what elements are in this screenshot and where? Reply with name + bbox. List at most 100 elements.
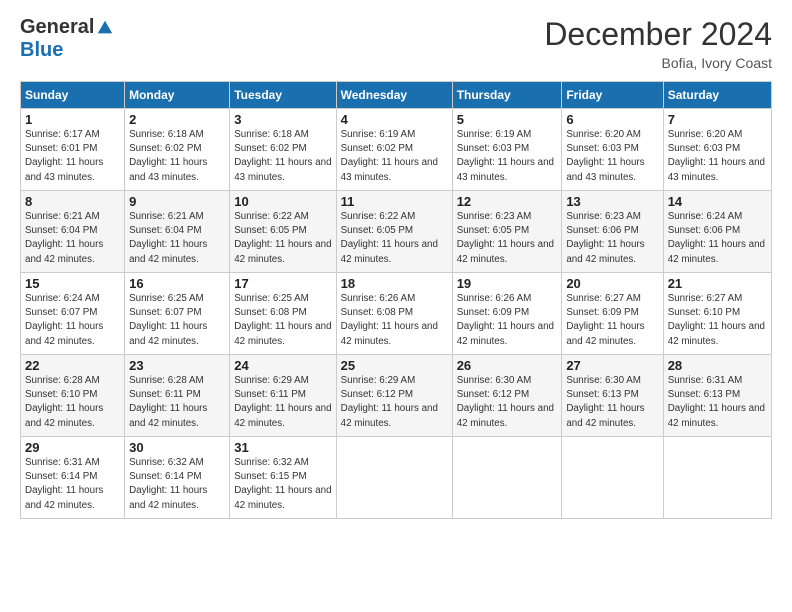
calendar-cell: 6 Sunrise: 6:20 AMSunset: 6:03 PMDayligh… (562, 109, 663, 191)
calendar-cell: 15 Sunrise: 6:24 AMSunset: 6:07 PMDaylig… (21, 273, 125, 355)
calendar-week-1: 1 Sunrise: 6:17 AMSunset: 6:01 PMDayligh… (21, 109, 772, 191)
day-detail: Sunrise: 6:25 AMSunset: 6:08 PMDaylight:… (234, 293, 331, 347)
calendar-header-monday: Monday (125, 82, 230, 109)
calendar-header-row: SundayMondayTuesdayWednesdayThursdayFrid… (21, 82, 772, 109)
day-number: 18 (341, 276, 448, 291)
day-number: 20 (566, 276, 658, 291)
day-detail: Sunrise: 6:27 AMSunset: 6:09 PMDaylight:… (566, 293, 644, 347)
day-detail: Sunrise: 6:21 AMSunset: 6:04 PMDaylight:… (25, 211, 103, 265)
day-detail: Sunrise: 6:30 AMSunset: 6:13 PMDaylight:… (566, 375, 644, 429)
calendar-cell: 14 Sunrise: 6:24 AMSunset: 6:06 PMDaylig… (663, 191, 771, 273)
day-number: 11 (341, 194, 448, 209)
day-number: 1 (25, 112, 120, 127)
calendar-week-4: 22 Sunrise: 6:28 AMSunset: 6:10 PMDaylig… (21, 355, 772, 437)
calendar-cell: 27 Sunrise: 6:30 AMSunset: 6:13 PMDaylig… (562, 355, 663, 437)
calendar-cell: 31 Sunrise: 6:32 AMSunset: 6:15 PMDaylig… (230, 437, 336, 519)
day-detail: Sunrise: 6:21 AMSunset: 6:04 PMDaylight:… (129, 211, 207, 265)
header: General Blue December 2024 Bofia, Ivory … (20, 16, 772, 71)
day-detail: Sunrise: 6:19 AMSunset: 6:03 PMDaylight:… (457, 129, 554, 183)
day-detail: Sunrise: 6:25 AMSunset: 6:07 PMDaylight:… (129, 293, 207, 347)
calendar-cell: 5 Sunrise: 6:19 AMSunset: 6:03 PMDayligh… (452, 109, 562, 191)
logo: General Blue (20, 16, 114, 62)
day-detail: Sunrise: 6:32 AMSunset: 6:14 PMDaylight:… (129, 457, 207, 511)
calendar-cell: 13 Sunrise: 6:23 AMSunset: 6:06 PMDaylig… (562, 191, 663, 273)
day-detail: Sunrise: 6:22 AMSunset: 6:05 PMDaylight:… (341, 211, 438, 265)
day-number: 15 (25, 276, 120, 291)
day-number: 25 (341, 358, 448, 373)
calendar-header-sunday: Sunday (21, 82, 125, 109)
calendar-cell (663, 437, 771, 519)
calendar-header-saturday: Saturday (663, 82, 771, 109)
day-detail: Sunrise: 6:24 AMSunset: 6:06 PMDaylight:… (668, 211, 765, 265)
day-detail: Sunrise: 6:26 AMSunset: 6:09 PMDaylight:… (457, 293, 554, 347)
calendar-cell: 12 Sunrise: 6:23 AMSunset: 6:05 PMDaylig… (452, 191, 562, 273)
day-number: 7 (668, 112, 767, 127)
calendar-header-friday: Friday (562, 82, 663, 109)
calendar-cell: 28 Sunrise: 6:31 AMSunset: 6:13 PMDaylig… (663, 355, 771, 437)
day-number: 27 (566, 358, 658, 373)
day-detail: Sunrise: 6:27 AMSunset: 6:10 PMDaylight:… (668, 293, 765, 347)
calendar-cell: 18 Sunrise: 6:26 AMSunset: 6:08 PMDaylig… (336, 273, 452, 355)
title-block: December 2024 Bofia, Ivory Coast (544, 16, 772, 71)
day-detail: Sunrise: 6:26 AMSunset: 6:08 PMDaylight:… (341, 293, 438, 347)
day-number: 14 (668, 194, 767, 209)
day-number: 9 (129, 194, 225, 209)
day-detail: Sunrise: 6:18 AMSunset: 6:02 PMDaylight:… (129, 129, 207, 183)
day-number: 22 (25, 358, 120, 373)
day-number: 4 (341, 112, 448, 127)
calendar-cell: 4 Sunrise: 6:19 AMSunset: 6:02 PMDayligh… (336, 109, 452, 191)
day-detail: Sunrise: 6:18 AMSunset: 6:02 PMDaylight:… (234, 129, 331, 183)
logo-icon (96, 19, 114, 37)
logo-general-text: General (20, 16, 94, 39)
day-detail: Sunrise: 6:29 AMSunset: 6:12 PMDaylight:… (341, 375, 438, 429)
day-detail: Sunrise: 6:17 AMSunset: 6:01 PMDaylight:… (25, 129, 103, 183)
calendar-cell: 24 Sunrise: 6:29 AMSunset: 6:11 PMDaylig… (230, 355, 336, 437)
day-detail: Sunrise: 6:30 AMSunset: 6:12 PMDaylight:… (457, 375, 554, 429)
day-number: 8 (25, 194, 120, 209)
day-detail: Sunrise: 6:23 AMSunset: 6:06 PMDaylight:… (566, 211, 644, 265)
calendar-cell: 7 Sunrise: 6:20 AMSunset: 6:03 PMDayligh… (663, 109, 771, 191)
day-number: 16 (129, 276, 225, 291)
day-number: 19 (457, 276, 558, 291)
location: Bofia, Ivory Coast (544, 55, 772, 71)
calendar-cell: 1 Sunrise: 6:17 AMSunset: 6:01 PMDayligh… (21, 109, 125, 191)
day-number: 10 (234, 194, 331, 209)
day-number: 28 (668, 358, 767, 373)
calendar-header-thursday: Thursday (452, 82, 562, 109)
calendar-week-2: 8 Sunrise: 6:21 AMSunset: 6:04 PMDayligh… (21, 191, 772, 273)
calendar-cell: 21 Sunrise: 6:27 AMSunset: 6:10 PMDaylig… (663, 273, 771, 355)
day-number: 21 (668, 276, 767, 291)
day-number: 31 (234, 440, 331, 455)
calendar-cell: 25 Sunrise: 6:29 AMSunset: 6:12 PMDaylig… (336, 355, 452, 437)
calendar-header-tuesday: Tuesday (230, 82, 336, 109)
calendar-cell: 22 Sunrise: 6:28 AMSunset: 6:10 PMDaylig… (21, 355, 125, 437)
calendar-cell (336, 437, 452, 519)
day-detail: Sunrise: 6:32 AMSunset: 6:15 PMDaylight:… (234, 457, 331, 511)
calendar-header-wednesday: Wednesday (336, 82, 452, 109)
calendar-cell: 9 Sunrise: 6:21 AMSunset: 6:04 PMDayligh… (125, 191, 230, 273)
calendar-table: SundayMondayTuesdayWednesdayThursdayFrid… (20, 81, 772, 519)
calendar-cell: 19 Sunrise: 6:26 AMSunset: 6:09 PMDaylig… (452, 273, 562, 355)
day-number: 12 (457, 194, 558, 209)
day-number: 2 (129, 112, 225, 127)
day-detail: Sunrise: 6:24 AMSunset: 6:07 PMDaylight:… (25, 293, 103, 347)
calendar-cell: 2 Sunrise: 6:18 AMSunset: 6:02 PMDayligh… (125, 109, 230, 191)
day-detail: Sunrise: 6:31 AMSunset: 6:13 PMDaylight:… (668, 375, 765, 429)
day-number: 5 (457, 112, 558, 127)
day-detail: Sunrise: 6:20 AMSunset: 6:03 PMDaylight:… (566, 129, 644, 183)
calendar-week-3: 15 Sunrise: 6:24 AMSunset: 6:07 PMDaylig… (21, 273, 772, 355)
month-title: December 2024 (544, 16, 772, 53)
day-detail: Sunrise: 6:28 AMSunset: 6:10 PMDaylight:… (25, 375, 103, 429)
calendar-cell (452, 437, 562, 519)
day-number: 17 (234, 276, 331, 291)
calendar-cell: 10 Sunrise: 6:22 AMSunset: 6:05 PMDaylig… (230, 191, 336, 273)
day-number: 24 (234, 358, 331, 373)
day-detail: Sunrise: 6:19 AMSunset: 6:02 PMDaylight:… (341, 129, 438, 183)
calendar-week-5: 29 Sunrise: 6:31 AMSunset: 6:14 PMDaylig… (21, 437, 772, 519)
day-number: 6 (566, 112, 658, 127)
calendar-cell (562, 437, 663, 519)
day-detail: Sunrise: 6:22 AMSunset: 6:05 PMDaylight:… (234, 211, 331, 265)
day-number: 13 (566, 194, 658, 209)
day-detail: Sunrise: 6:29 AMSunset: 6:11 PMDaylight:… (234, 375, 331, 429)
calendar-cell: 29 Sunrise: 6:31 AMSunset: 6:14 PMDaylig… (21, 437, 125, 519)
